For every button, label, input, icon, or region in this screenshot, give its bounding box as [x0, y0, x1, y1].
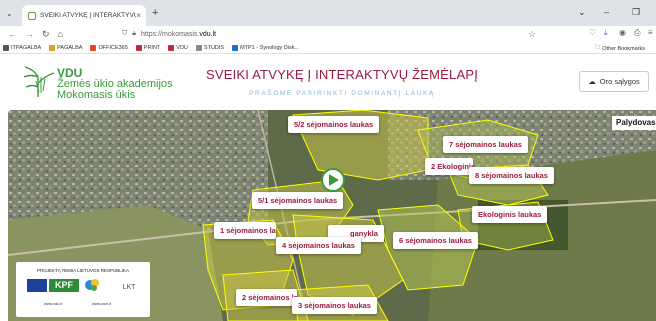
- bookmark-label: STUDIS: [203, 44, 225, 51]
- menu-icon[interactable]: ≡: [648, 28, 653, 37]
- weather-button[interactable]: ☁ Oro sąlygos: [579, 71, 649, 92]
- bookmark-item[interactable]: ITPAGALBA: [3, 44, 42, 51]
- bookmark-favicon-icon: [135, 44, 142, 51]
- downloads-icon[interactable]: ⤓: [604, 28, 608, 38]
- bookmarks-bar: ITPAGALBA PAGALBA OFFICE365 PRINT VDU STUDIS M…: [0, 42, 656, 54]
- bookmark-label: VDU: [176, 44, 188, 51]
- location-marker-icon[interactable]: [321, 168, 345, 192]
- bookmark-favicon-icon: [195, 44, 202, 51]
- tab-title: SVEIKI ATVYKĘ Į INTERAKTYVŲ: [40, 12, 137, 19]
- reload-icon[interactable]: ↻: [42, 29, 50, 40]
- browser-tab[interactable]: SVEIKI ATVYKĘ Į INTERAKTYVŲ ×: [22, 5, 146, 26]
- field-label-3[interactable]: 3 sėjomainos laukas: [292, 297, 377, 314]
- site-header: VDU Žemės ūkio akademijos Mokomasis ūkis…: [0, 55, 656, 110]
- other-bookmarks[interactable]: 🗀︎ Other Bookmarks: [595, 44, 645, 53]
- list-tabs-icon[interactable]: ⌄: [578, 7, 586, 18]
- field-label-5-1[interactable]: 5/1 sėjomainos laukas: [252, 192, 344, 209]
- bookmark-label: ITPAGALBA: [11, 44, 42, 51]
- bookmark-label: OFFICE365: [98, 44, 128, 51]
- cloud-icon: ☁: [588, 77, 596, 86]
- ministry-logo-icon: [85, 279, 99, 291]
- field-label-8[interactable]: 8 sėjomainos laukas: [469, 167, 554, 184]
- kpf-logo: KPF: [49, 279, 79, 292]
- bookmark-favicon-icon: [90, 44, 97, 51]
- bookmark-favicon-icon: [168, 44, 175, 51]
- page-subtitle: PRAŠOME PASIRINKTI DOMINANTĮ LAUKĄ: [249, 90, 435, 97]
- eu-flag-icon: [27, 279, 47, 292]
- field-label-ekologinis[interactable]: Ekologinis laukas: [472, 206, 548, 223]
- weather-button-label: Oro sąlygos: [599, 77, 640, 86]
- tab-list-icon[interactable]: ⌄: [6, 9, 13, 18]
- new-tab-button[interactable]: +: [152, 7, 158, 19]
- bookmark-item[interactable]: PRINT: [135, 44, 161, 51]
- field-label-2[interactable]: 2 sėjomainos laukas: [236, 289, 297, 306]
- bookmark-label: MTP1 - Synology Disk...: [240, 44, 300, 51]
- browser-tab-strip: ⌄ SVEIKI ATVYKĘ Į INTERAKTYVŲ × + ⌄ – ❐: [0, 0, 656, 26]
- minimize-icon[interactable]: –: [604, 7, 609, 17]
- home-icon[interactable]: ⌂: [58, 29, 63, 39]
- vdu-logo-icon: [23, 66, 55, 97]
- address-bar[interactable]: ⛉ 🔒︎ https://mokomasis. vdu.lt ☆: [122, 27, 542, 41]
- site-logo[interactable]: VDU Žemės ūkio akademijos Mokomasis ūkis: [57, 67, 173, 101]
- bookmark-item[interactable]: STUDIS: [195, 44, 225, 51]
- shield-icon: ⛉: [122, 30, 128, 37]
- sponsor-url-right[interactable]: www.zum.lt: [92, 302, 111, 306]
- pocket-icon[interactable]: ♡: [589, 28, 596, 37]
- field-label-5-2[interactable]: 5/2 sėjomainos laukas: [288, 116, 380, 133]
- other-bookmarks-label: Other Bookmarks: [602, 45, 645, 52]
- bookmark-item[interactable]: PAGALBA: [49, 44, 83, 51]
- url-prefix: https://mokomasis.: [140, 30, 200, 38]
- bookmark-favicon-icon: [49, 44, 56, 51]
- bookmark-item[interactable]: MTP1 - Synology Disk...: [232, 44, 300, 51]
- extensions-icon[interactable]: ⎙: [634, 28, 640, 38]
- field-label-1[interactable]: 1 sėjomainos laukas: [214, 222, 276, 239]
- map-layer-select-value: Palydovas: [616, 118, 656, 127]
- bookmark-label: PRINT: [143, 44, 161, 51]
- url-host: vdu.lt: [199, 30, 217, 38]
- bookmark-item[interactable]: VDU: [168, 44, 188, 51]
- lkt-logo: LKT: [122, 284, 136, 291]
- field-label-2-ekologinis[interactable]: 2 Ekologinis: [425, 158, 473, 175]
- field-label-4[interactable]: 4 sėjomainos laukas: [276, 237, 361, 254]
- bookmark-favicon-icon: [232, 44, 239, 51]
- bookmark-favicon-icon: [3, 44, 9, 51]
- restore-icon[interactable]: ❐: [632, 7, 640, 18]
- field-label-7[interactable]: 7 sėjomainos laukas: [443, 136, 528, 153]
- folder-icon: 🗀︎: [594, 45, 601, 51]
- sponsor-title: PROJEKTĄ REMIA LIETUVOS RESPUBLIKA: [36, 268, 130, 273]
- logo-line-2: Mokomasis ūkis: [57, 89, 136, 101]
- field-label-6[interactable]: 6 sėjomainos laukas: [393, 232, 478, 249]
- tab-close-icon[interactable]: ×: [136, 11, 146, 20]
- sponsor-url-left[interactable]: www.vdu.lt: [44, 302, 62, 306]
- back-icon[interactable]: ←: [8, 29, 17, 39]
- account-icon[interactable]: ◉: [619, 28, 626, 37]
- bookmark-star-icon[interactable]: ☆: [528, 29, 536, 40]
- forward-icon[interactable]: →: [25, 29, 34, 39]
- favicon-icon: [28, 11, 36, 20]
- sponsor-box: PROJEKTĄ REMIA LIETUVOS RESPUBLIKA KPF L…: [16, 262, 150, 317]
- map-layer-select[interactable]: Palydovas ⌄: [612, 116, 656, 130]
- browser-nav-bar: ← → ↻ ⌂ ⛉ 🔒︎ https://mokomasis. vdu.lt ☆ …: [0, 26, 656, 42]
- lock-icon: 🔒︎: [132, 30, 136, 37]
- bookmark-label: PAGALBA: [57, 44, 83, 51]
- page-title: SVEIKI ATVYKĘ Į INTERAKTYVŲ ŽEMĖLAPĮ: [205, 67, 479, 82]
- bookmark-item[interactable]: OFFICE365: [90, 44, 128, 51]
